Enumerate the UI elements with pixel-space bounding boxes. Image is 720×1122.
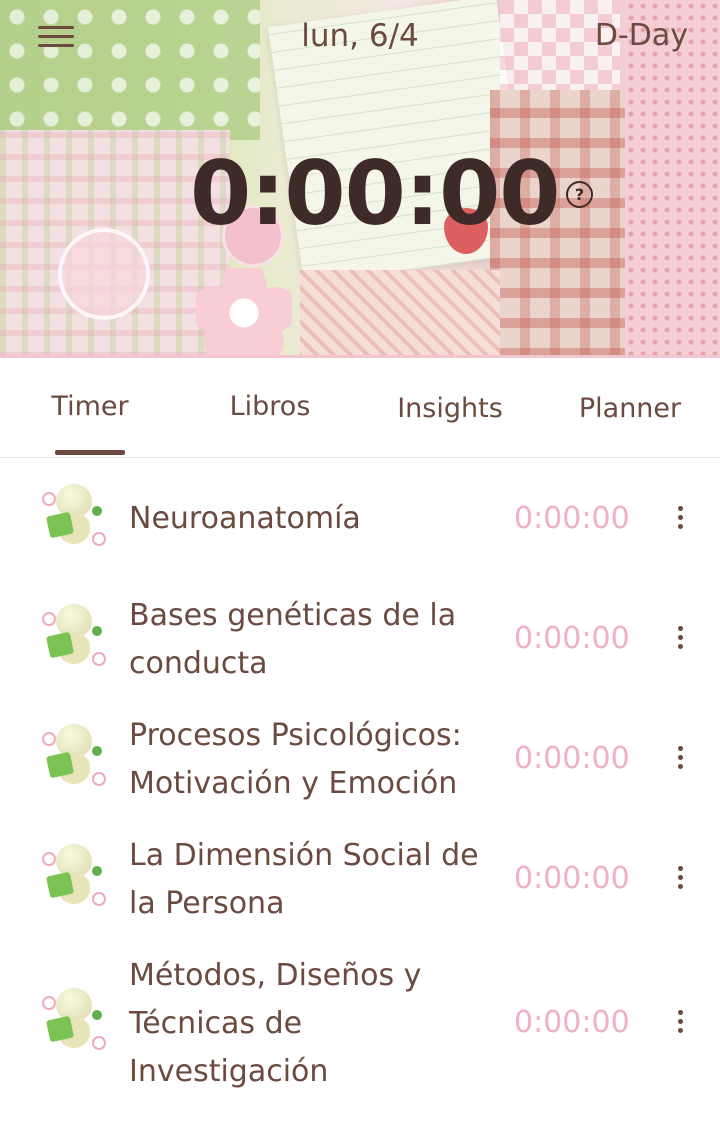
subject-name: Bases genéticas de la conducta (129, 598, 457, 681)
subject-name: Métodos, Diseños y Técnicas de Investiga… (129, 958, 422, 1089)
list-item[interactable]: Métodos, Diseños y Técnicas de Investiga… (0, 958, 720, 1122)
active-tab-indicator (55, 450, 125, 455)
list-item[interactable]: Procesos Psicológicos: Motivación y Emoc… (0, 718, 720, 820)
more-options-icon[interactable] (668, 866, 692, 896)
tab-label: Libros (229, 391, 311, 422)
tab-label: Timer (51, 391, 129, 422)
more-options-icon[interactable] (668, 746, 692, 776)
subject-name: La Dimensión Social de la Persona (129, 838, 479, 921)
more-options-icon[interactable] (668, 506, 692, 536)
study-character-icon (42, 724, 106, 796)
date-label: lun, 6/4 (301, 18, 419, 54)
more-options-icon[interactable] (668, 626, 692, 656)
list-item[interactable]: La Dimensión Social de la Persona 0:00:0… (0, 838, 720, 940)
tab-label: Insights (397, 393, 503, 424)
tab-insights[interactable]: Insights (385, 390, 515, 454)
subject-timer: 0:00:00 (514, 501, 630, 536)
list-item[interactable]: Bases genéticas de la conducta 0:00:00 (0, 598, 720, 700)
subject-timer: 0:00:00 (514, 741, 630, 776)
more-options-icon[interactable] (668, 1010, 692, 1040)
total-study-timer: 0:00:00 (190, 142, 561, 245)
study-character-icon (42, 988, 106, 1060)
tab-bar: Timer Libros Insights Planner (0, 358, 720, 458)
study-character-icon (42, 844, 106, 916)
subject-timer: 0:00:00 (514, 861, 630, 896)
subject-timer: 0:00:00 (514, 621, 630, 656)
tab-libros[interactable]: Libros (215, 388, 325, 452)
tab-timer[interactable]: Timer (35, 388, 145, 455)
header-banner: lun, 6/4 D-Day 0:00:00 ? (0, 0, 720, 358)
tab-label: Planner (578, 393, 682, 424)
question-circle-icon[interactable]: ? (566, 181, 593, 208)
study-character-icon (42, 604, 106, 676)
subject-name: Neuroanatomía (129, 501, 361, 536)
list-item[interactable]: Neuroanatomía 0:00:00 (0, 484, 720, 556)
subject-name: Procesos Psicológicos: Motivación y Emoc… (129, 718, 462, 801)
subject-timer: 0:00:00 (514, 1005, 630, 1040)
tab-planner[interactable]: Planner (570, 390, 690, 454)
hamburger-menu-icon[interactable] (38, 26, 74, 48)
dday-button[interactable]: D-Day (595, 16, 688, 56)
study-character-icon (42, 484, 106, 556)
